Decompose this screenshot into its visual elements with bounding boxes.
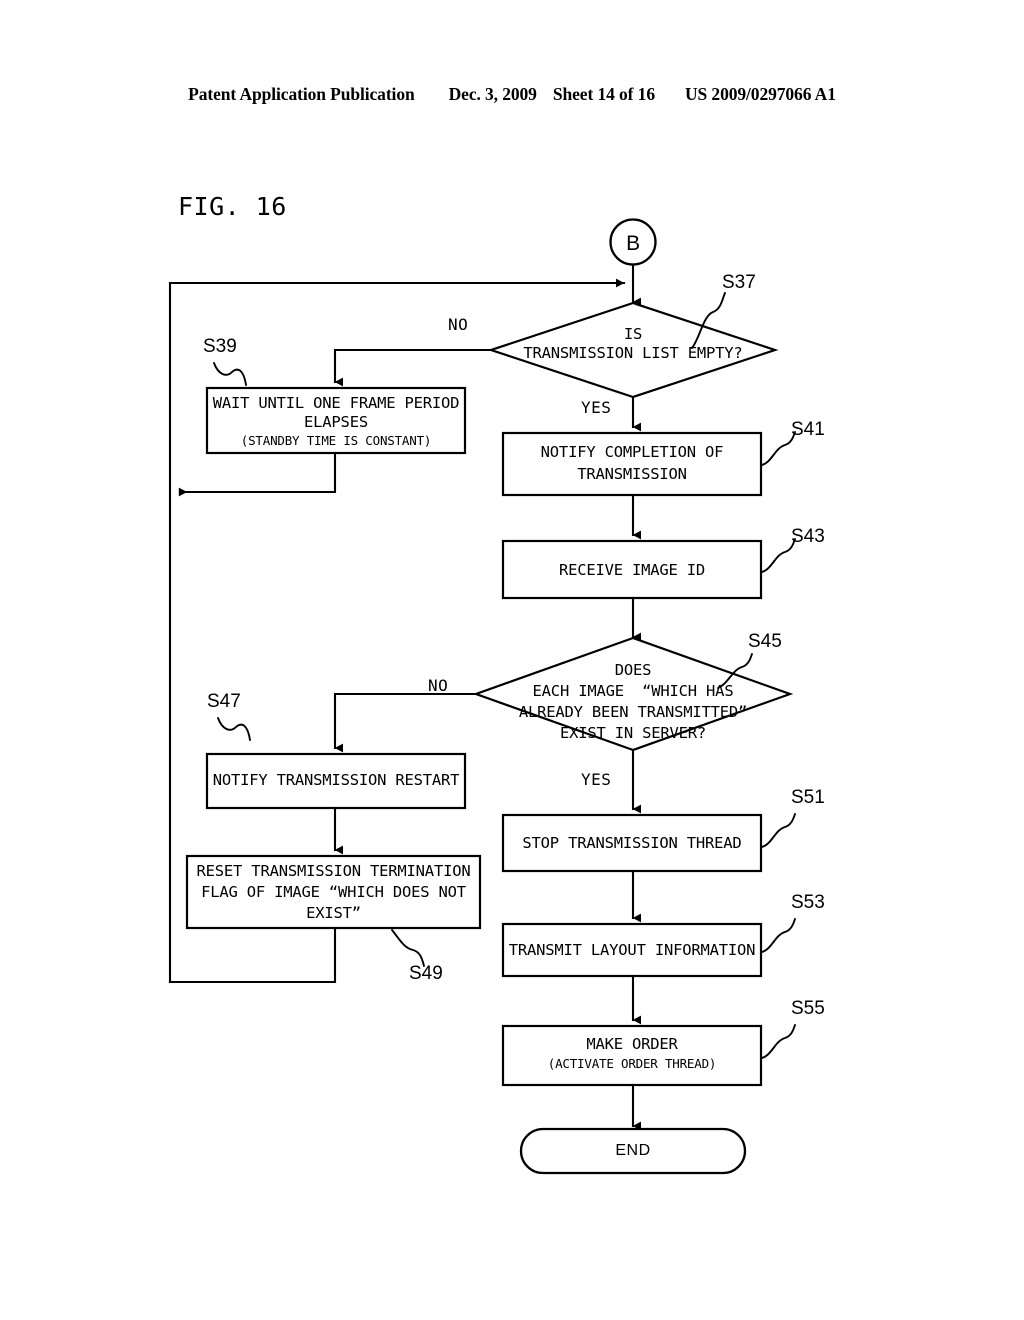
leader-s49 [391,929,425,967]
s37-label-line2: TRANSMISSION LIST EMPTY? [523,344,743,362]
edge-s49-return [168,926,337,984]
branch-label-no-mid: NO [428,676,449,695]
step-label-s55: S55 [791,998,825,1019]
step-label-s39: S39 [203,336,237,357]
s43-label-line1: RECEIVE IMAGE ID [558,561,706,579]
step-label-s37: S37 [722,272,756,293]
end-label: END [615,1142,651,1159]
s53-label-line1: TRANSMIT LAYOUT INFORMATION [508,941,756,959]
leader-s53 [761,918,796,953]
s45-label-line1: DOES [614,661,652,679]
s47-label-line1: NOTIFY TRANSMISSION RESTART [212,771,460,789]
step-label-s49: S49 [409,963,443,984]
s45-label-line4: EXIST IN SERVER? [559,724,707,742]
s49-label-line1: RESET TRANSMISSION TERMINATION [196,862,471,880]
step-label-s45: S45 [748,631,782,652]
s39-label-sublabel: (STANDBY TIME IS CONSTANT) [240,433,432,448]
branch-label-no-top: NO [448,315,469,334]
leader-s47 [217,717,251,741]
s49-label-line2: FLAG OF IMAGE “WHICH DOES NOT [201,883,466,901]
s39-label-line2: ELAPSES [304,413,368,431]
s55-label-sublabel: (ACTIVATE ORDER THREAD) [547,1056,717,1071]
s55-label-line1: MAKE ORDER [586,1035,678,1053]
edge-s37-no [333,348,493,387]
leader-s51 [761,813,796,848]
step-label-s43: S43 [791,526,825,547]
leader-s55 [761,1024,796,1059]
edge-s45-no [333,692,478,753]
step-label-s47: S47 [207,691,241,712]
leader-s39 [213,362,247,386]
flowchart-canvas [168,218,796,1175]
s41-label-line1: NOTIFY COMPLETION OF [540,443,724,461]
s39-label-line1: WAIT UNTIL ONE FRAME PERIOD [212,394,460,412]
s37-label-line1: IS [623,325,643,343]
s51-label-line1: STOP TRANSMISSION THREAD [522,834,742,852]
edge-s39-return [178,451,337,497]
s45-label-line3: ALREADY BEEN TRANSMITTED” [518,703,748,721]
connector-b-label: B [626,232,640,255]
s45-label-line2: EACH IMAGE “WHICH HAS [532,682,734,700]
branch-label-yes-mid: YES [581,770,612,789]
branch-label-yes-top: YES [581,398,612,417]
step-label-s51: S51 [791,787,825,808]
step-label-s53: S53 [791,892,825,913]
s41-label-line2: TRANSMISSION [577,465,687,483]
step-label-s41: S41 [791,419,825,440]
s49-label-line3: EXIST” [306,904,361,922]
